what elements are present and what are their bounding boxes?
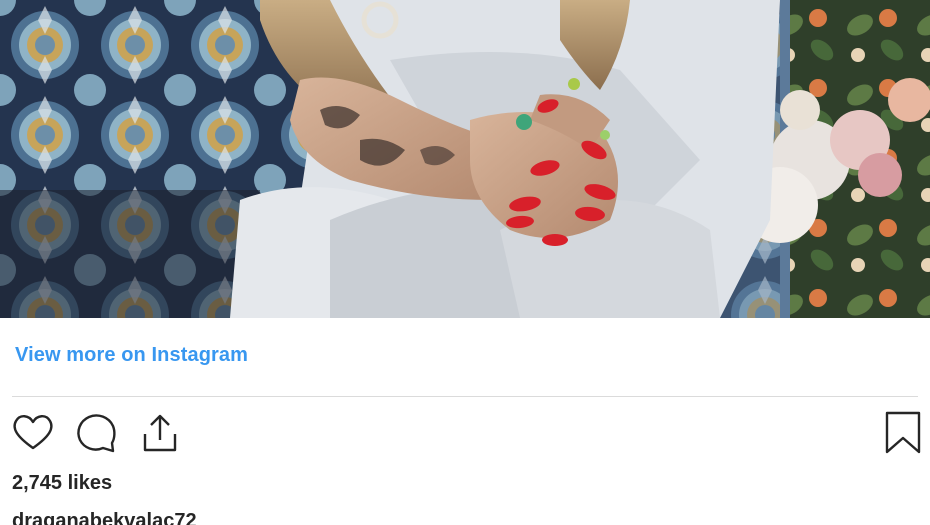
share-upload-icon[interactable]	[137, 410, 183, 456]
post-photo[interactable]	[0, 0, 930, 318]
likes-count: 2,745 likes	[12, 472, 113, 494]
instagram-embed: View more on Instagram 2,745 likes draga…	[0, 0, 930, 525]
divider	[12, 396, 918, 397]
heart-icon[interactable]	[10, 410, 56, 456]
view-more-link[interactable]: View more on Instagram	[15, 344, 248, 367]
bookmark-icon[interactable]	[880, 410, 926, 456]
username[interactable]: draganabekvalac72	[12, 510, 197, 525]
speech-bubble-icon[interactable]	[73, 410, 119, 456]
